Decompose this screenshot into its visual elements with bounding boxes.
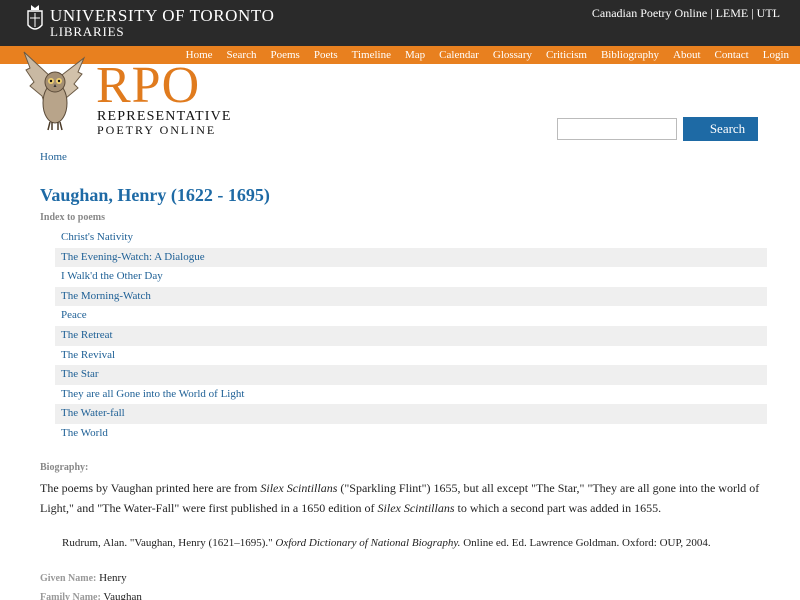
nav-list: Home Search Poems Poets Timeline Map Calendar G…	[179, 48, 796, 62]
biography-text-part: The poems by Vaughan printed here are fr…	[40, 481, 261, 495]
nav-item-login[interactable]: Login	[756, 48, 796, 62]
university-crest-icon	[27, 5, 43, 30]
poem-link[interactable]: The Evening-Watch: A Dialogue	[55, 247, 767, 268]
biography-reference: Rudrum, Alan. "Vaughan, Henry (1621–1695…	[62, 537, 762, 549]
given-name-value: Henry	[99, 572, 127, 584]
page-title: Vaughan, Henry (1622 - 1695)	[40, 185, 270, 205]
poem-link[interactable]: I Walk'd the Other Day	[55, 267, 767, 287]
search-input[interactable]	[557, 118, 677, 140]
university-name: UNIVERSITY OF TORONTO	[50, 6, 275, 25]
search-button[interactable]: Search	[683, 117, 758, 141]
nav-item-about[interactable]: About	[666, 48, 708, 62]
poem-link[interactable]: The Water-fall	[55, 404, 767, 424]
rpo-subtitle-line2: POETRY ONLINE	[97, 123, 217, 137]
reference-source-title: Oxford Dictionary of National Biography.	[275, 537, 461, 549]
poem-link[interactable]: The Retreat	[55, 325, 767, 346]
libraries-name: LIBRARIES	[50, 24, 125, 39]
biography-book-title: Silex Scintillans	[377, 501, 455, 515]
poem-link[interactable]: The World	[55, 424, 767, 444]
given-name-row: Given Name: Henry	[40, 572, 127, 584]
biography-text: The poems by Vaughan printed here are fr…	[40, 478, 770, 518]
poem-link[interactable]: They are all Gone into the World of Ligh…	[55, 385, 767, 405]
top-link-separator: |	[751, 6, 754, 20]
reference-part: Rudrum, Alan. "Vaughan, Henry (1621–1695…	[62, 537, 276, 549]
top-bar: UNIVERSITY OF TORONTO LIBRARIES Canadian…	[0, 0, 800, 46]
family-name-value: Vaughan	[103, 591, 142, 600]
nav-item-bibliography[interactable]: Bibliography	[594, 48, 666, 62]
biography-label: Biography:	[40, 462, 89, 473]
nav-item-calendar[interactable]: Calendar	[432, 48, 486, 62]
biography-book-title: Silex Scintillans	[260, 481, 338, 495]
breadcrumb-home[interactable]: Home	[40, 151, 67, 163]
nav-item-map[interactable]: Map	[398, 48, 432, 62]
top-link-leme[interactable]: LEME	[716, 6, 749, 20]
owl-logo-icon[interactable]	[22, 48, 86, 134]
university-logo-text[interactable]: UNIVERSITY OF TORONTO LIBRARIES	[50, 6, 275, 39]
reference-part: Online ed. Ed. Lawrence Goldman. Oxford:…	[460, 537, 711, 549]
nav-item-glossary[interactable]: Glossary	[486, 48, 539, 62]
top-link-canadian-poetry[interactable]: Canadian Poetry Online	[592, 6, 707, 20]
poem-link[interactable]: The Morning-Watch	[55, 286, 767, 307]
poem-link[interactable]: Christ's Nativity	[55, 228, 767, 248]
family-name-label: Family Name:	[40, 592, 101, 600]
top-links: Canadian Poetry Online | LEME | UTL	[592, 6, 780, 21]
index-to-poems-label: Index to poems	[40, 212, 106, 223]
poem-link[interactable]: The Star	[55, 365, 767, 385]
top-link-separator: |	[710, 6, 713, 20]
nav-item-criticism[interactable]: Criticism	[539, 48, 594, 62]
nav-item-search[interactable]: Search	[220, 48, 264, 62]
biography-text-part: to which a second part was added in 1655…	[454, 501, 662, 515]
top-link-utl[interactable]: UTL	[757, 6, 780, 20]
poem-link[interactable]: Peace	[55, 306, 767, 326]
rpo-logo-text[interactable]: RPO	[96, 60, 200, 112]
nav-item-poems[interactable]: Poems	[263, 48, 306, 62]
nav-item-contact[interactable]: Contact	[708, 48, 756, 62]
family-name-row: Family Name: Vaughan	[40, 591, 142, 600]
poem-link[interactable]: The Revival	[55, 346, 767, 366]
given-name-label: Given Name:	[40, 573, 97, 584]
poem-list: Christ's Nativity The Evening-Watch: A Di…	[55, 228, 767, 444]
nav-item-poets[interactable]: Poets	[307, 48, 345, 62]
nav-item-timeline[interactable]: Timeline	[345, 48, 398, 62]
